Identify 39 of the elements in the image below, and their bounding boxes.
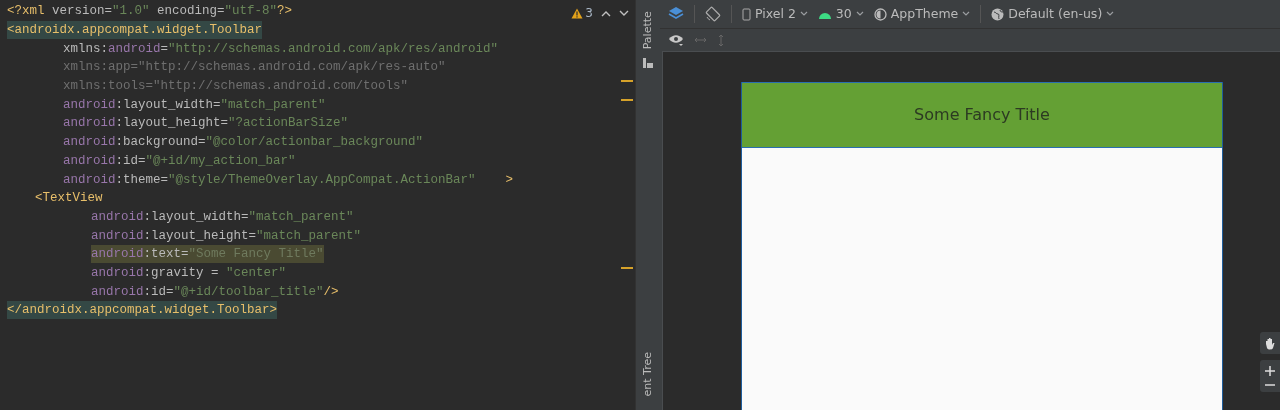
code-line: android:layout_width="match_parent"	[63, 96, 326, 114]
eye-icon[interactable]	[668, 34, 684, 46]
horizontal-arrows-icon[interactable]	[694, 36, 707, 44]
code-line: android:theme="@style/ThemeOverlay.AppCompat.ActionBar" >	[63, 171, 514, 189]
toolbar-title: Some Fancy Title	[914, 104, 1050, 126]
rotate-icon[interactable]	[705, 6, 721, 22]
code-line: <TextView	[35, 190, 103, 208]
code-line: android:id="@+id/toolbar_title"/>	[91, 283, 339, 301]
palette-icon	[643, 58, 653, 68]
phone-icon	[742, 7, 751, 21]
code-line: <?xml version="1.0" encoding="utf-8"?>	[7, 3, 293, 21]
api-level-dropdown[interactable]: 30	[817, 4, 864, 24]
device-dropdown[interactable]: Pixel 2	[742, 4, 808, 24]
caret-icon	[1106, 11, 1115, 17]
zoom-in-icon[interactable]	[1265, 366, 1275, 376]
caret-icon	[799, 11, 808, 17]
hand-icon	[1264, 336, 1276, 350]
caret-icon	[855, 11, 864, 17]
half-circle-icon	[873, 7, 887, 21]
code-line: android:background="@color/actionbar_background"	[63, 134, 424, 152]
code-line: android:gravity = "center"	[91, 264, 287, 282]
pan-button[interactable]	[1260, 332, 1280, 354]
vertical-arrows-icon[interactable]	[717, 33, 725, 47]
code-line: xmlns:tools="http://schemas.android.com/tools"	[63, 78, 409, 96]
code-line: xmlns:android="http://schemas.android.com/apk/res/android"	[63, 40, 499, 58]
palette-tab[interactable]: Palette	[639, 10, 657, 50]
caret-icon	[962, 11, 971, 17]
code-line: android:layout_width="match_parent"	[91, 208, 354, 226]
code-line: android:id="@+id/my_action_bar"	[63, 152, 296, 170]
code-line: android:layout_height="?actionBarSize"	[63, 115, 349, 133]
layers-icon[interactable]	[668, 6, 684, 22]
component-tree-tab[interactable]: ent Tree	[639, 351, 657, 397]
theme-dropdown[interactable]: AppTheme	[873, 4, 971, 24]
code-line: xmlns:app="http://schemas.android.com/apk/res-auto"	[63, 59, 446, 77]
code-line: android:layout_height="match_parent"	[91, 227, 362, 245]
warning-count[interactable]: 3	[571, 4, 593, 22]
globe-icon	[991, 7, 1005, 21]
warning-icon	[571, 7, 584, 19]
locale-dropdown[interactable]: Default (en-us)	[991, 4, 1115, 24]
